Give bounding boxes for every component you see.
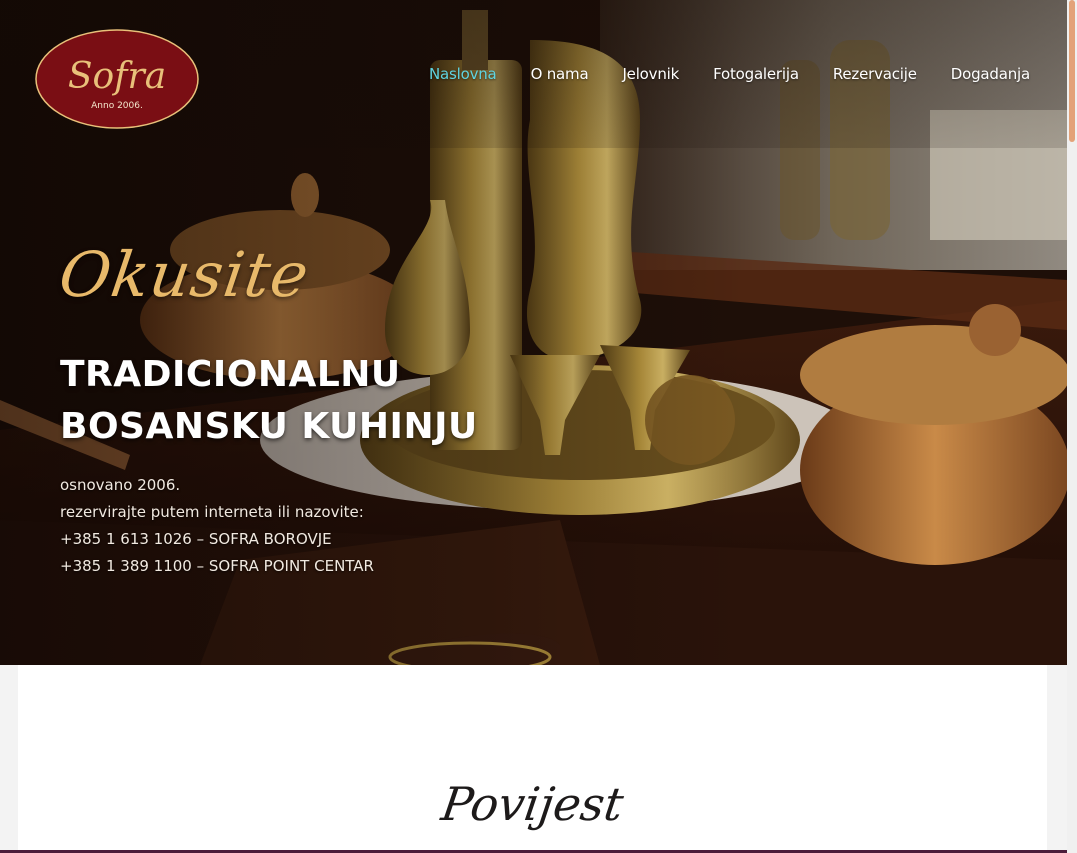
logo[interactable]: Sofra Anno 2006. [34, 28, 200, 130]
nav-item-naslovna[interactable]: Naslovna [395, 64, 497, 84]
logo-text: Sofra [68, 56, 166, 97]
scrollbar-thumb[interactable] [1069, 0, 1075, 142]
nav-item-jelovnik[interactable]: Jelovnik [588, 64, 679, 84]
logo-emblem: Sofra Anno 2006. [35, 29, 199, 129]
nav-item-fotogalerija[interactable]: Fotogalerija [679, 64, 799, 84]
content-section: Povijest [18, 665, 1047, 853]
nav-item-dogadanja[interactable]: Dogadanja [917, 64, 1030, 84]
logo-tagline: Anno 2006. [91, 101, 143, 111]
section-title-povijest: Povijest [438, 777, 627, 831]
hero-headline: TRADICIONALNU BOSANSKU KUHINJU [60, 349, 478, 453]
scrollbar[interactable] [1067, 0, 1077, 853]
hero-headline-line-1: TRADICIONALNU [60, 354, 401, 395]
reservation-text: rezervirajte putem interneta ili nazovit… [60, 503, 364, 521]
founded-text: osnovano 2006. [60, 476, 181, 494]
hero-info: osnovano 2006. rezervirajte putem intern… [60, 472, 374, 580]
hero-banner: Sofra Anno 2006. Naslovna O nama Jelovni… [0, 0, 1067, 665]
hero-script-title: Okusite [54, 238, 314, 311]
phone-borovje[interactable]: +385 1 613 1026 – SOFRA BOROVJE [60, 526, 374, 553]
phone-point-centar[interactable]: +385 1 389 1100 – SOFRA POINT CENTAR [60, 553, 374, 580]
hero-headline-line-2: BOSANSKU KUHINJU [60, 406, 478, 447]
nav-item-rezervacije[interactable]: Rezervacije [799, 64, 917, 84]
nav-item-o-nama[interactable]: O nama [497, 64, 589, 84]
page: Sofra Anno 2006. Naslovna O nama Jelovni… [0, 0, 1077, 853]
main-navigation: Naslovna O nama Jelovnik Fotogalerija Re… [395, 64, 1030, 84]
